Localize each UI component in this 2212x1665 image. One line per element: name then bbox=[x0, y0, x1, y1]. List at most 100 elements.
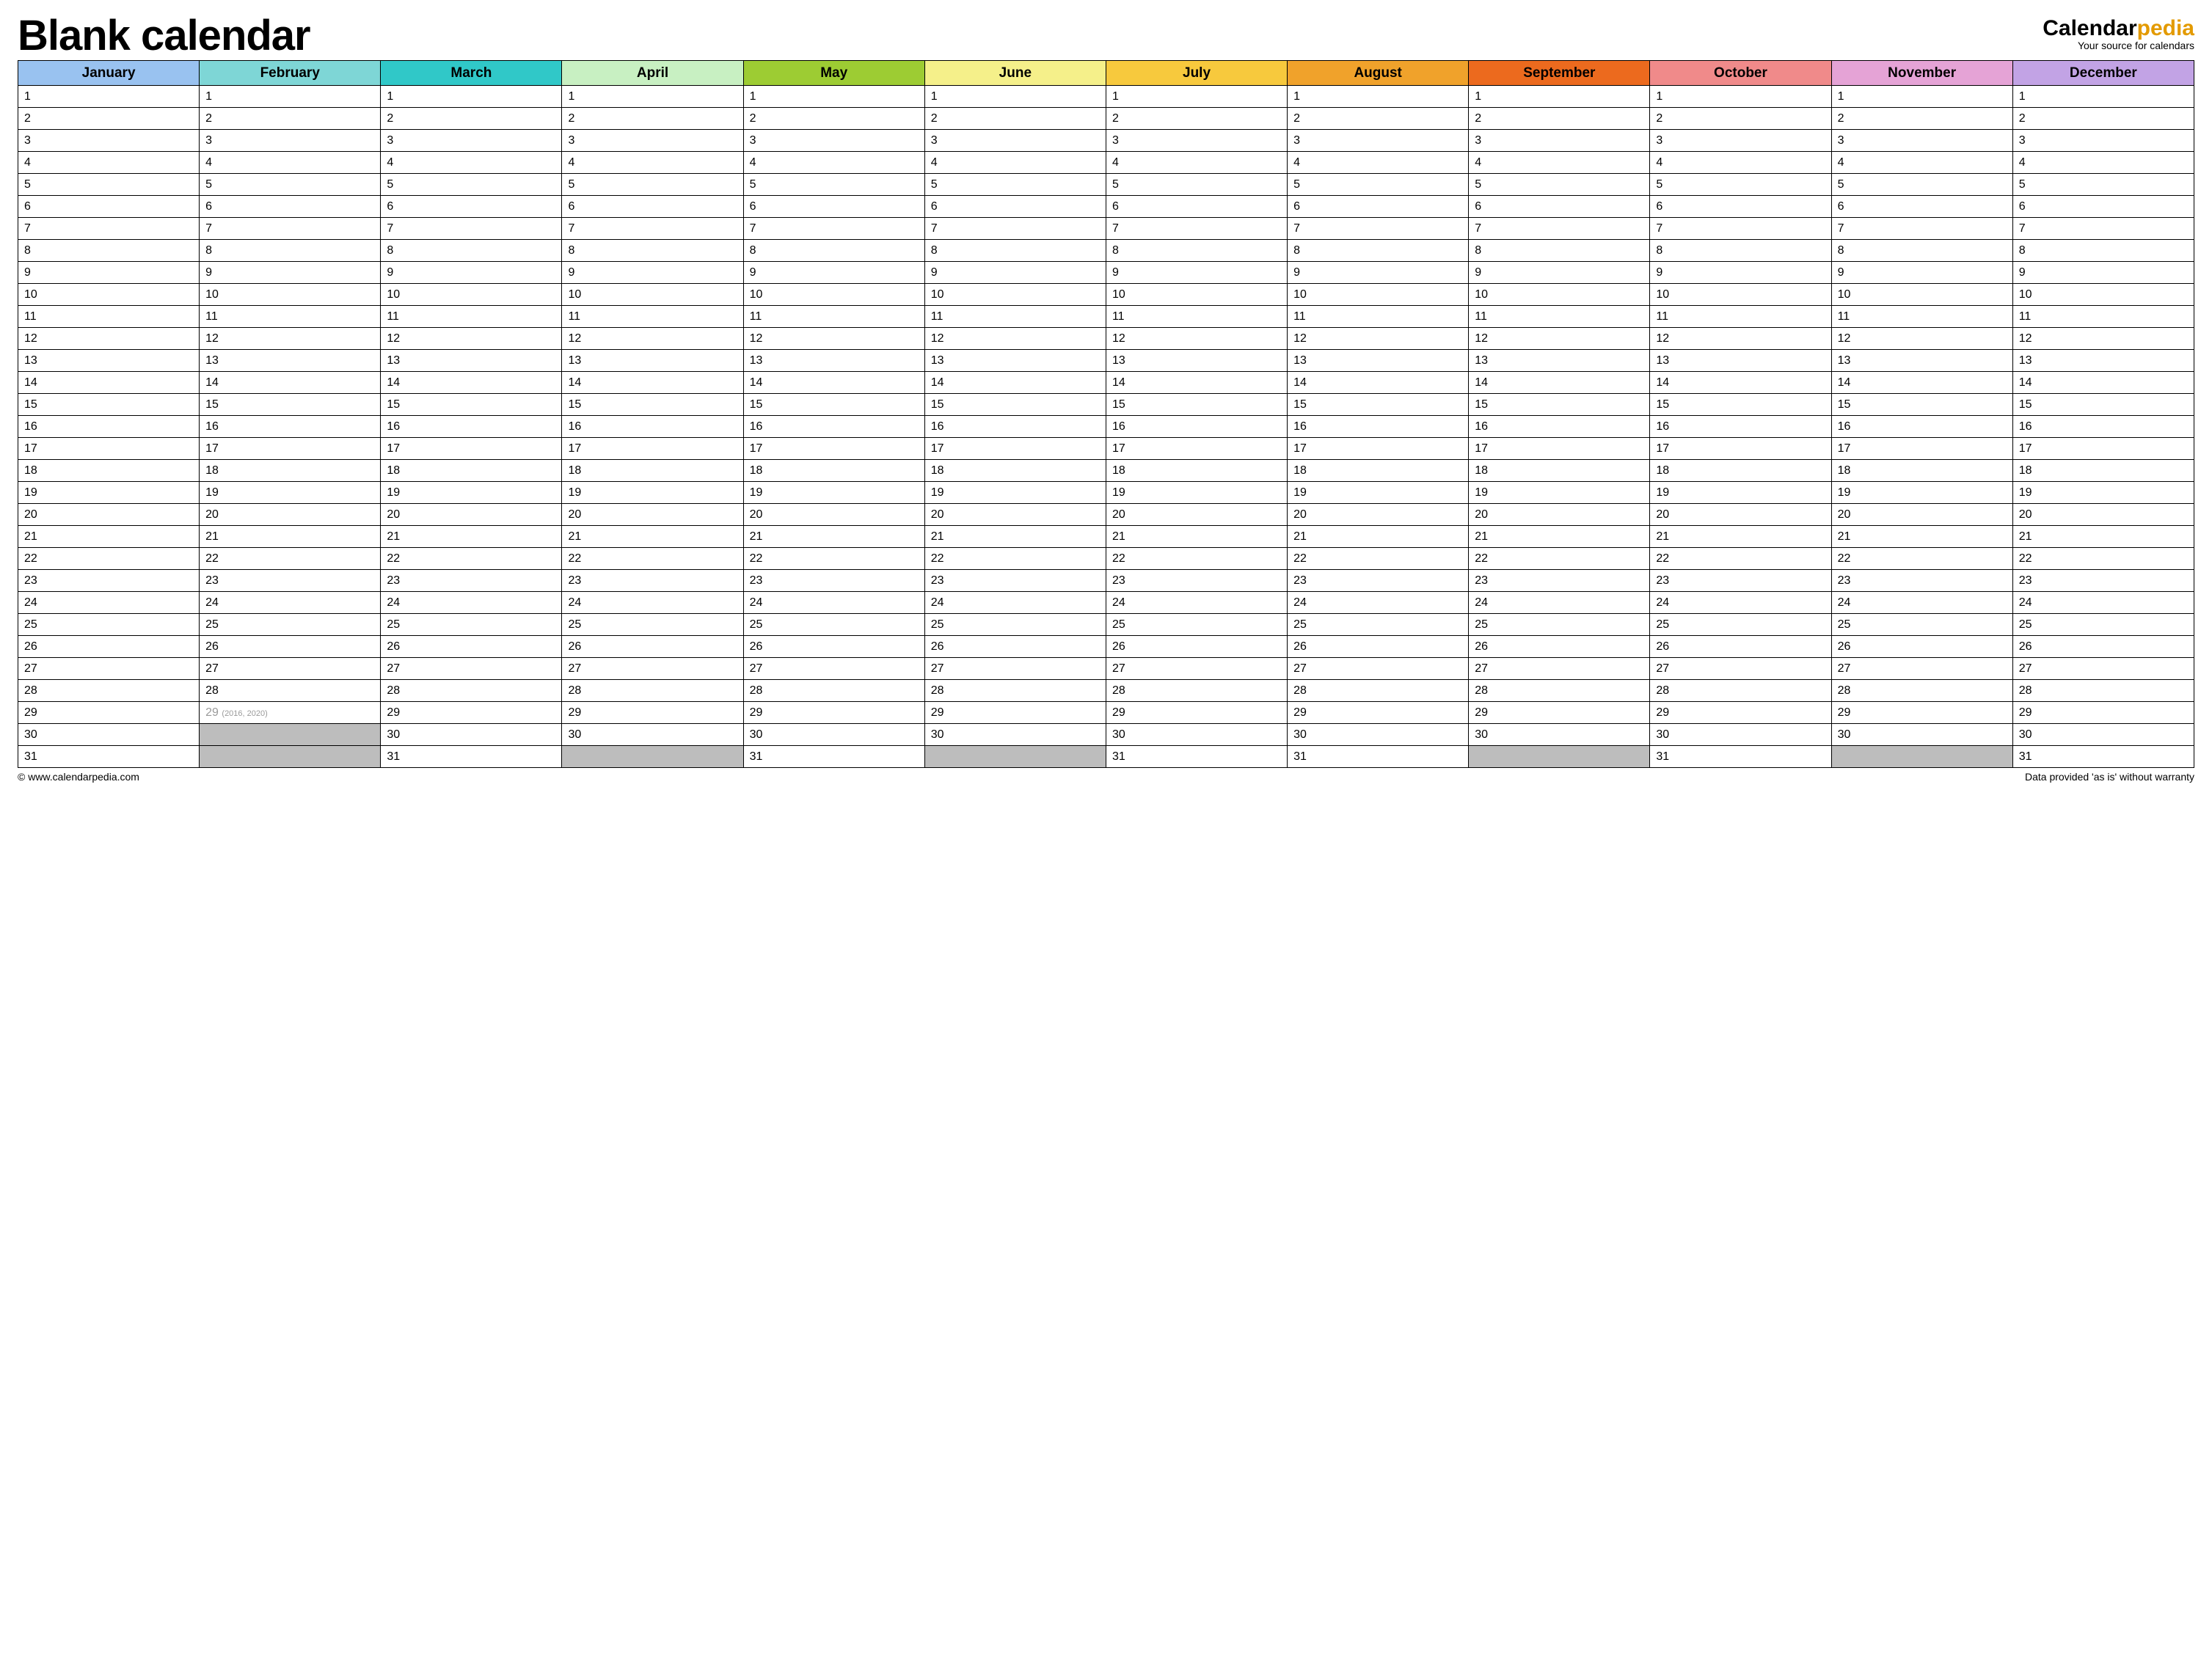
day-cell: 20 bbox=[562, 504, 743, 526]
day-cell: 30 bbox=[1831, 724, 2012, 746]
day-cell: 11 bbox=[18, 306, 200, 328]
day-cell: 14 bbox=[1831, 372, 2012, 394]
day-cell: 19 bbox=[1469, 482, 1650, 504]
day-cell: 24 bbox=[200, 592, 381, 614]
day-row: 31313131313131 bbox=[18, 746, 2194, 768]
day-cell: 6 bbox=[1831, 196, 2012, 218]
day-cell: 21 bbox=[1650, 526, 1831, 548]
day-cell: 18 bbox=[18, 460, 200, 482]
day-cell: 3 bbox=[1650, 130, 1831, 152]
calendar-body: 1111111111112222222222223333333333334444… bbox=[18, 86, 2194, 768]
day-cell: 1 bbox=[2012, 86, 2194, 108]
brand-prefix: Calendar bbox=[2043, 16, 2136, 40]
day-cell: 3 bbox=[1469, 130, 1650, 152]
day-cell: 21 bbox=[381, 526, 562, 548]
day-cell: 29 bbox=[1106, 702, 1287, 724]
month-header: July bbox=[1106, 61, 1287, 86]
day-cell: 22 bbox=[1106, 548, 1287, 570]
day-cell: 8 bbox=[1106, 240, 1287, 262]
day-cell: 20 bbox=[924, 504, 1106, 526]
day-cell: 7 bbox=[1288, 218, 1469, 240]
day-cell: 27 bbox=[200, 658, 381, 680]
day-cell: 29 (2016, 2020) bbox=[200, 702, 381, 724]
day-cell: 25 bbox=[1288, 614, 1469, 636]
day-cell: 29 bbox=[924, 702, 1106, 724]
day-cell: 26 bbox=[18, 636, 200, 658]
day-cell: 27 bbox=[1469, 658, 1650, 680]
day-cell: 21 bbox=[1831, 526, 2012, 548]
day-cell: 27 bbox=[924, 658, 1106, 680]
day-cell: 12 bbox=[743, 328, 924, 350]
day-cell: 3 bbox=[2012, 130, 2194, 152]
day-cell: 9 bbox=[381, 262, 562, 284]
day-cell: 11 bbox=[1106, 306, 1287, 328]
day-cell: 18 bbox=[1106, 460, 1287, 482]
month-header: March bbox=[381, 61, 562, 86]
day-cell: 14 bbox=[1106, 372, 1287, 394]
footer-left: © www.calendarpedia.com bbox=[18, 771, 139, 783]
day-cell: 16 bbox=[562, 416, 743, 438]
day-row: 161616161616161616161616 bbox=[18, 416, 2194, 438]
day-cell: 11 bbox=[200, 306, 381, 328]
day-cell: 14 bbox=[743, 372, 924, 394]
day-row: 131313131313131313131313 bbox=[18, 350, 2194, 372]
day-cell: 3 bbox=[924, 130, 1106, 152]
day-cell: 1 bbox=[1469, 86, 1650, 108]
day-cell: 3 bbox=[1106, 130, 1287, 152]
day-cell: 3 bbox=[1831, 130, 2012, 152]
day-cell: 26 bbox=[1106, 636, 1287, 658]
day-cell: 18 bbox=[1469, 460, 1650, 482]
day-cell: 5 bbox=[1288, 174, 1469, 196]
day-cell: 31 bbox=[1106, 746, 1287, 768]
day-cell: 5 bbox=[1106, 174, 1287, 196]
day-cell: 30 bbox=[743, 724, 924, 746]
day-cell: 3 bbox=[562, 130, 743, 152]
day-cell: 7 bbox=[381, 218, 562, 240]
day-row: 3030303030303030303030 bbox=[18, 724, 2194, 746]
day-cell bbox=[200, 724, 381, 746]
day-row: 202020202020202020202020 bbox=[18, 504, 2194, 526]
day-cell: 15 bbox=[381, 394, 562, 416]
day-row: 777777777777 bbox=[18, 218, 2194, 240]
day-cell: 12 bbox=[924, 328, 1106, 350]
day-cell: 18 bbox=[200, 460, 381, 482]
day-cell: 27 bbox=[18, 658, 200, 680]
day-cell: 4 bbox=[1288, 152, 1469, 174]
month-header: June bbox=[924, 61, 1106, 86]
day-cell: 8 bbox=[1831, 240, 2012, 262]
day-cell: 8 bbox=[1469, 240, 1650, 262]
day-cell: 9 bbox=[1106, 262, 1287, 284]
day-cell: 25 bbox=[2012, 614, 2194, 636]
day-cell: 17 bbox=[2012, 438, 2194, 460]
day-cell: 25 bbox=[1650, 614, 1831, 636]
footer: © www.calendarpedia.com Data provided 'a… bbox=[18, 771, 2194, 783]
day-cell: 17 bbox=[1469, 438, 1650, 460]
day-cell: 30 bbox=[18, 724, 200, 746]
day-cell: 15 bbox=[924, 394, 1106, 416]
day-cell: 21 bbox=[200, 526, 381, 548]
day-cell: 25 bbox=[743, 614, 924, 636]
day-row: 111111111111 bbox=[18, 86, 2194, 108]
day-row: 999999999999 bbox=[18, 262, 2194, 284]
day-row: 171717171717171717171717 bbox=[18, 438, 2194, 460]
day-cell: 28 bbox=[562, 680, 743, 702]
brand-tagline: Your source for calendars bbox=[2043, 40, 2194, 51]
day-cell: 24 bbox=[381, 592, 562, 614]
day-cell: 4 bbox=[1469, 152, 1650, 174]
day-row: 252525252525252525252525 bbox=[18, 614, 2194, 636]
day-cell: 20 bbox=[2012, 504, 2194, 526]
calendar-table: JanuaryFebruaryMarchAprilMayJuneJulyAugu… bbox=[18, 60, 2194, 768]
day-cell: 22 bbox=[1650, 548, 1831, 570]
day-cell: 27 bbox=[562, 658, 743, 680]
day-cell: 31 bbox=[2012, 746, 2194, 768]
day-cell: 30 bbox=[1469, 724, 1650, 746]
day-cell: 13 bbox=[2012, 350, 2194, 372]
day-cell: 19 bbox=[1106, 482, 1287, 504]
day-cell: 1 bbox=[743, 86, 924, 108]
day-cell: 25 bbox=[18, 614, 200, 636]
day-cell: 27 bbox=[381, 658, 562, 680]
day-cell: 17 bbox=[1831, 438, 2012, 460]
day-cell: 5 bbox=[1831, 174, 2012, 196]
month-header: September bbox=[1469, 61, 1650, 86]
day-row: 262626262626262626262626 bbox=[18, 636, 2194, 658]
